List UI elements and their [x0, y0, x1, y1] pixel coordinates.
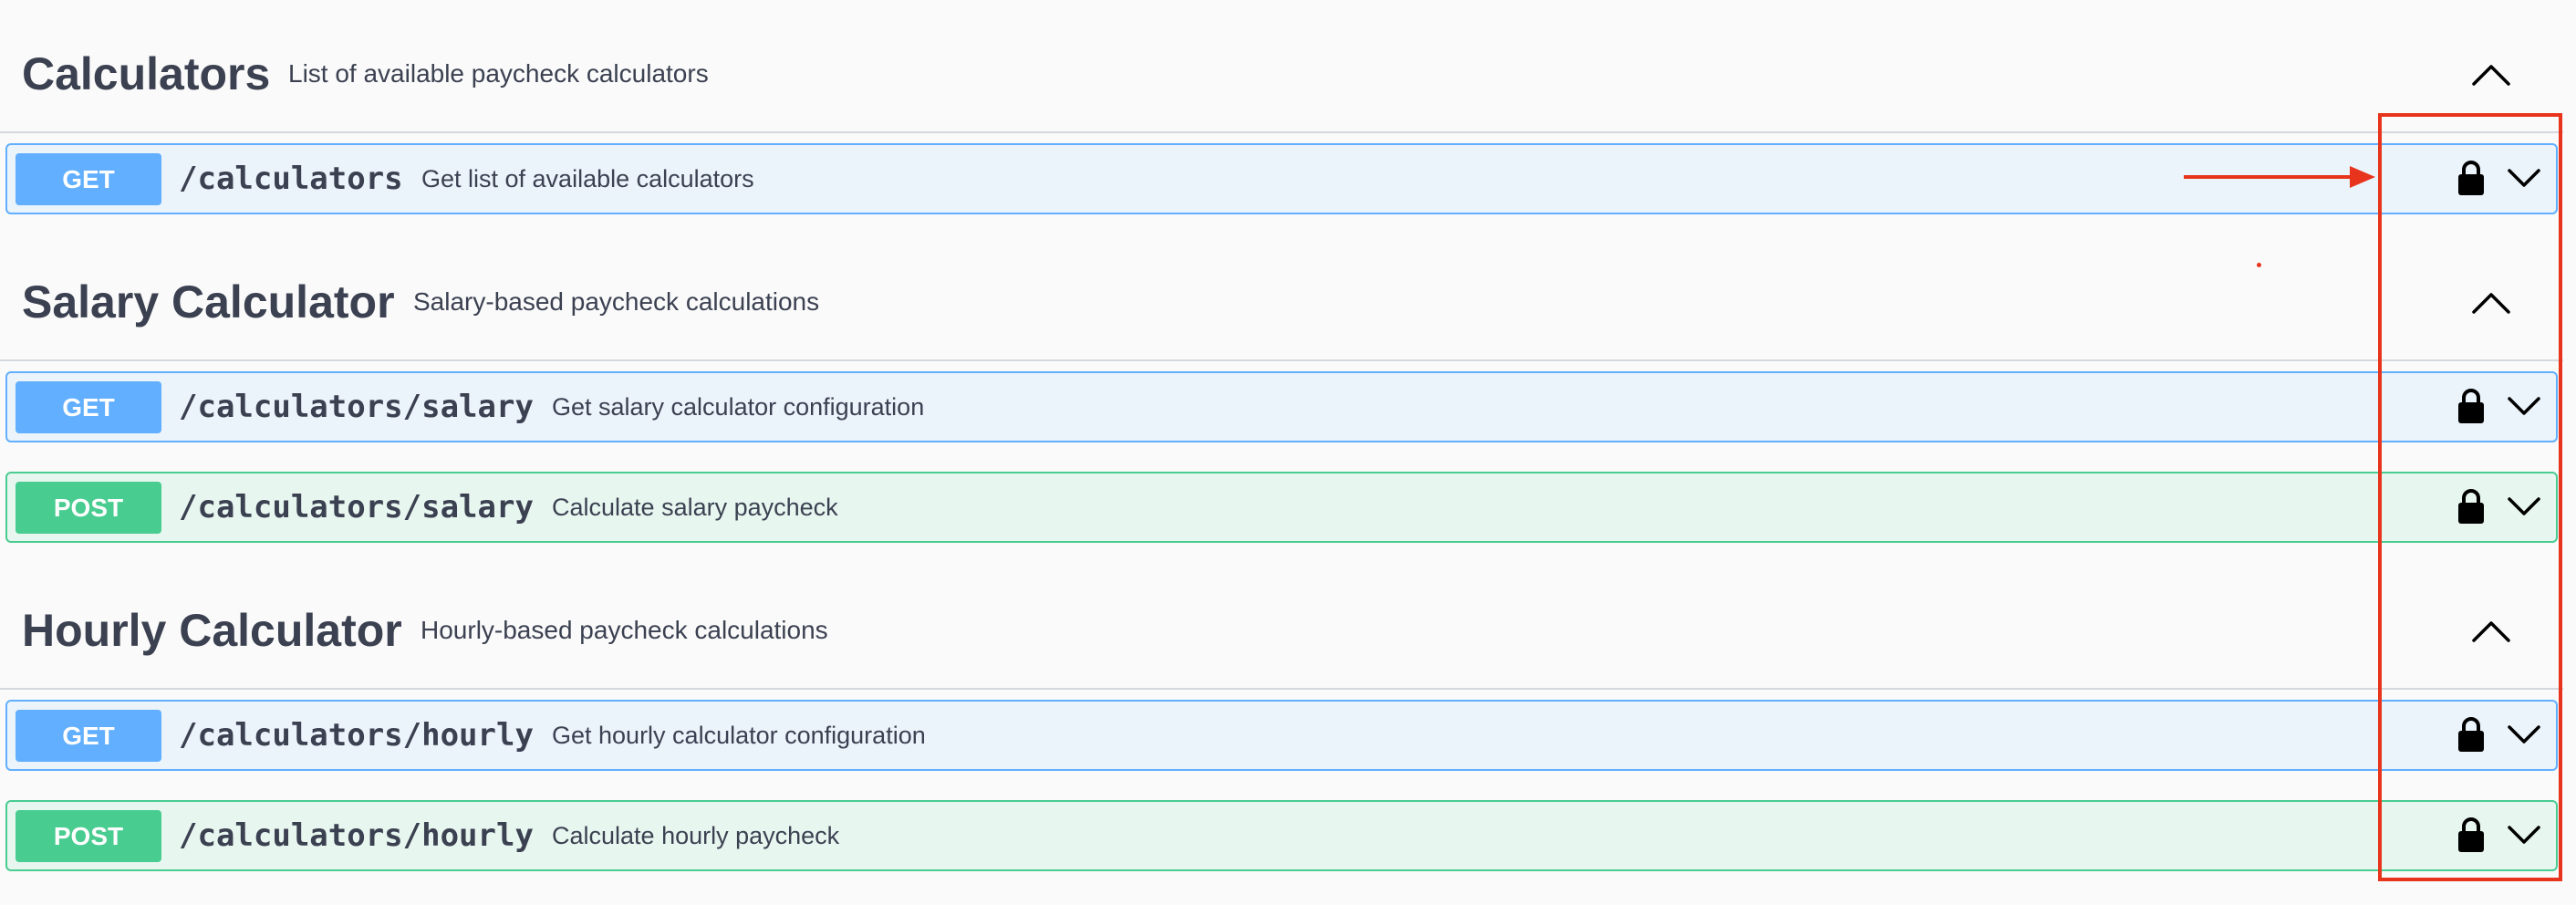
annotation-dot [2257, 263, 2261, 267]
lock-icon[interactable] [2457, 388, 2486, 424]
operation-path: /calculators/salary [179, 489, 534, 525]
method-badge: POST [16, 482, 161, 534]
tag-section-calculators[interactable]: Calculators List of available paycheck c… [0, 0, 2563, 133]
lock-icon[interactable] [2457, 817, 2486, 853]
method-badge: GET [16, 710, 161, 762]
chevron-down-icon[interactable] [2507, 393, 2541, 419]
method-badge: POST [16, 810, 161, 862]
lock-icon[interactable] [2457, 488, 2486, 525]
chevron-up-icon[interactable] [2470, 60, 2512, 88]
operation-summary: Get hourly calculator configuration [552, 722, 926, 749]
tag-description: List of available paycheck calculators [288, 59, 709, 88]
operation-path: /calculators/hourly [179, 717, 534, 754]
operation-post-calculators-hourly[interactable]: POST /calculators/hourly Calculate hourl… [5, 800, 2558, 871]
lock-icon[interactable] [2457, 160, 2486, 196]
tag-section-hourly-calculator[interactable]: Hourly Calculator Hourly-based paycheck … [0, 557, 2563, 690]
method-badge: GET [16, 381, 161, 433]
chevron-down-icon[interactable] [2507, 494, 2541, 519]
lock-icon[interactable] [2457, 716, 2486, 753]
tag-section-salary-calculator[interactable]: Salary Calculator Salary-based paycheck … [0, 228, 2563, 361]
tag-description: Salary-based paycheck calculations [413, 287, 820, 316]
method-badge: GET [16, 153, 161, 205]
tag-description: Hourly-based paycheck calculations [421, 616, 828, 644]
chevron-down-icon[interactable] [2507, 822, 2541, 848]
operation-path: /calculators [179, 161, 403, 197]
operation-get-calculators[interactable]: GET /calculators Get list of available c… [5, 143, 2558, 214]
tag-title: Salary Calculator [22, 276, 395, 328]
operation-get-calculators-salary[interactable]: GET /calculators/salary Get salary calcu… [5, 371, 2558, 442]
tag-title: Calculators [22, 48, 271, 99]
operation-path: /calculators/hourly [179, 817, 534, 854]
operation-summary: Get salary calculator configuration [552, 393, 925, 421]
operation-path: /calculators/salary [179, 389, 534, 425]
operation-post-calculators-salary[interactable]: POST /calculators/salary Calculate salar… [5, 472, 2558, 543]
chevron-down-icon[interactable] [2507, 165, 2541, 191]
operation-summary: Get list of available calculators [421, 165, 754, 192]
operation-summary: Calculate hourly paycheck [552, 822, 840, 849]
chevron-up-icon[interactable] [2470, 288, 2512, 316]
chevron-up-icon[interactable] [2470, 617, 2512, 644]
chevron-down-icon[interactable] [2507, 722, 2541, 747]
operation-get-calculators-hourly[interactable]: GET /calculators/hourly Get hourly calcu… [5, 700, 2558, 771]
operation-summary: Calculate salary paycheck [552, 494, 838, 521]
tag-title: Hourly Calculator [22, 605, 402, 656]
